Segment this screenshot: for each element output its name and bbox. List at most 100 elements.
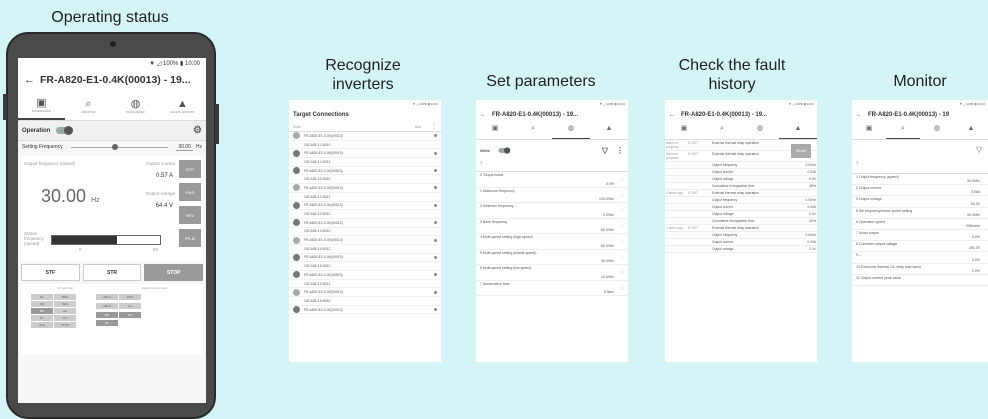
pin-icon[interactable]: [434, 308, 437, 312]
list-item[interactable]: FR-A820-E1-0.4K(00013): [289, 167, 441, 176]
tab-monitor[interactable]: ⌕ MONITOR: [65, 91, 112, 120]
back-arrow-icon[interactable]: ←: [24, 74, 40, 86]
add-button[interactable]: Add: [415, 125, 421, 129]
slider-knob[interactable]: [111, 143, 118, 150]
write-toggle[interactable]: [498, 146, 511, 154]
pin-icon[interactable]: [434, 151, 437, 155]
pin-icon[interactable]: [434, 134, 437, 138]
tab-monitor[interactable]: ⌕: [514, 122, 552, 139]
star-icon[interactable]: ☆: [620, 269, 625, 276]
pin-icon[interactable]: [434, 203, 437, 207]
list-item[interactable]: FR-A820-E1-0.4K(00013): [289, 306, 441, 315]
list-item[interactable]: 192.168.3.1:5010: [289, 141, 441, 150]
pin-icon[interactable]: [434, 186, 437, 190]
pr-m-button[interactable]: PR-M: [179, 229, 201, 247]
filter-icon[interactable]: ▽: [852, 140, 988, 160]
list-item[interactable]: FR-A820-E1-0.4K(00013): [289, 236, 441, 245]
pin-icon[interactable]: [434, 273, 437, 277]
star-icon[interactable]: ☆: [620, 223, 625, 230]
list-item[interactable]: 192.168.3.6:5010: [289, 297, 441, 306]
more-icon[interactable]: ⋮: [431, 123, 437, 130]
pin-icon[interactable]: [434, 221, 437, 225]
search-icon[interactable]: ⌕: [852, 160, 988, 174]
list-item[interactable]: 3 Output voltage 64.2V: [852, 196, 988, 208]
list-item[interactable]: 192.168.3.1:5012: [289, 158, 441, 167]
str-side-button[interactable]: STR: [179, 160, 201, 178]
gear-icon[interactable]: ⚙: [193, 125, 202, 136]
list-item[interactable]: 10 Electronic thermal O/L relay load fac…: [852, 264, 988, 275]
list-item[interactable]: 2 Output current 0.56A: [852, 185, 988, 197]
star-icon[interactable]: ☆: [620, 176, 625, 183]
list-item[interactable]: 192.168.3.4:5010: [289, 228, 441, 237]
pin-icon[interactable]: [434, 238, 437, 242]
tab-faults-history[interactable]: ▲: [590, 122, 628, 139]
star-icon[interactable]: ☆: [620, 192, 625, 199]
fwd-button[interactable]: FWD: [179, 183, 201, 201]
list-item[interactable]: 6 Operation speed 900r/min: [852, 219, 988, 230]
list-item[interactable]: 7 Acceleration time 5.0sec ☆: [476, 281, 628, 296]
list-item[interactable]: 5 Set frequency/motor speed setting 30.00…: [852, 208, 988, 219]
back-arrow-icon[interactable]: ←: [669, 112, 675, 118]
list-item[interactable]: FR-A820-E1-0.4K(00013): [289, 219, 441, 228]
list-item[interactable]: 7 Motor torque 0.0%: [852, 230, 988, 242]
search-icon[interactable]: ⌕: [476, 160, 628, 172]
tab-dashboard[interactable]: ▣: [665, 122, 703, 139]
list-item[interactable]: 192.168.3.2:5012: [289, 193, 441, 202]
stop-button[interactable]: STOP: [144, 264, 204, 281]
list-item[interactable]: FR-A820-E1-0.4K(00013): [289, 184, 441, 193]
list-item[interactable]: 192.168.3.3:5010: [289, 210, 441, 219]
pin-icon[interactable]: [434, 290, 437, 294]
tab-dashboard[interactable]: ▣: [476, 122, 514, 139]
back-arrow-icon[interactable]: ←: [856, 112, 862, 118]
tab-monitor[interactable]: ⌕: [703, 122, 741, 139]
list-item[interactable]: 6 Multi-speed setting (low speed) 10.00Hz…: [476, 265, 628, 281]
tab-monitor[interactable]: ⌕: [886, 122, 920, 139]
reset-button[interactable]: Reset: [791, 144, 811, 158]
list-item[interactable]: 2 Minimum frequency 0.00Hz ☆: [476, 203, 628, 219]
tab-parameter[interactable]: ◍: [920, 122, 954, 139]
list-item[interactable]: 192.168.3.2:5010: [289, 175, 441, 185]
tab-parameter[interactable]: ◍ PARAMETER: [112, 91, 159, 120]
list-item[interactable]: 192.168.3.5:5010: [289, 262, 441, 271]
tab-dashboard[interactable]: ▣ DASHBOARD: [18, 91, 65, 120]
tab-faults-history[interactable]: ▲: [954, 122, 988, 139]
filter-icon[interactable]: ▽: [602, 146, 608, 155]
star-icon[interactable]: ☆: [620, 238, 625, 245]
setting-frequency-value[interactable]: 30.00: [176, 144, 193, 151]
pin-icon[interactable]: [434, 255, 437, 259]
operation-toggle[interactable]: [56, 126, 74, 135]
star-icon[interactable]: ☆: [620, 285, 625, 292]
rev-button[interactable]: REV: [179, 206, 201, 224]
list-item[interactable]: FR-A820-E1-0.4K(00013): [289, 149, 441, 159]
list-item[interactable]: 4 Multi-speed setting (high speed) 60.00H…: [476, 234, 628, 250]
star-icon[interactable]: ☆: [620, 207, 625, 214]
frequency-slider[interactable]: [70, 143, 169, 150]
tab-parameter[interactable]: ◍: [741, 122, 779, 139]
str-button[interactable]: STR: [82, 264, 142, 281]
list-item[interactable]: FR-A820-E1-0.4K(00013): [289, 132, 441, 141]
list-item[interactable]: 1 Output frequency (speed) 30.00Hz: [852, 174, 988, 186]
tab-faults-history[interactable]: ▲ FAULTS HISTORY: [159, 91, 206, 120]
star-icon[interactable]: ☆: [620, 254, 625, 261]
list-item[interactable]: FR-A820-E1-0.4K(00013): [289, 271, 441, 280]
list-item[interactable]: FR-A820-E1-0.4K(00013): [289, 253, 441, 263]
list-item[interactable]: 1 Maximum frequency 120.00Hz ☆: [476, 188, 628, 203]
list-item[interactable]: 192.168.3.5:5012: [289, 280, 441, 289]
list-item[interactable]: 3 Base frequency 60.00Hz ☆: [476, 219, 628, 234]
list-item[interactable]: 11 Output current peak value: [852, 275, 988, 286]
list-item[interactable]: 192.168.3.4:5012: [289, 245, 441, 254]
tab-parameter[interactable]: ◍: [552, 122, 590, 139]
list-item[interactable]: 5 Multi-speed setting (middle speed) 30.0…: [476, 250, 628, 265]
tab-dashboard[interactable]: ▣: [852, 122, 886, 139]
stf-button[interactable]: STF: [21, 264, 80, 281]
list-item[interactable]: FR-A820-E1-0.4K(00013): [289, 201, 441, 211]
pin-icon[interactable]: [434, 169, 437, 173]
scan-button[interactable]: Scan: [293, 125, 301, 129]
back-arrow-icon[interactable]: ←: [480, 112, 486, 118]
more-icon[interactable]: ⋮: [616, 146, 624, 155]
tab-faults-history[interactable]: ▲: [779, 122, 817, 139]
list-item[interactable]: 0 Torque boost 6.0% ☆: [476, 172, 628, 188]
list-item[interactable]: FR-A820-E1-0.4K(00013): [289, 288, 441, 298]
list-item[interactable]: 8 Converter output voltage 293.0V: [852, 241, 988, 253]
list-item[interactable]: 9 -- 0.0%: [852, 252, 988, 264]
